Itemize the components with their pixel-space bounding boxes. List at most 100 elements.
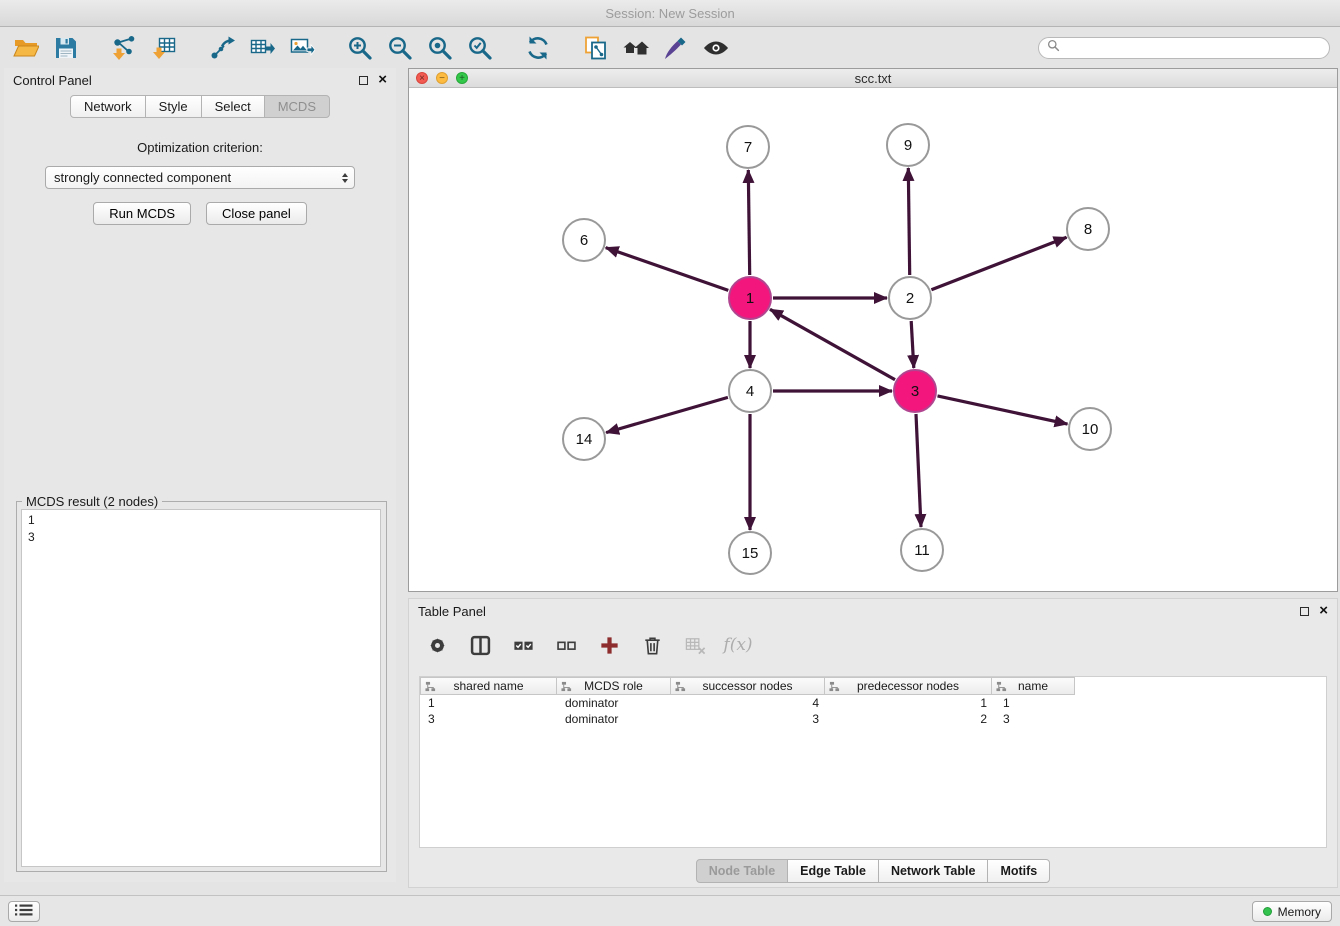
table-cell: 4 — [672, 696, 827, 710]
table-cell: 1 — [995, 696, 1079, 710]
optimization-criterion-select[interactable]: strongly connected component — [45, 166, 355, 189]
float-panel-icon[interactable] — [359, 76, 368, 85]
close-window-icon[interactable]: × — [416, 72, 428, 84]
memory-button[interactable]: Memory — [1252, 901, 1332, 922]
graph-edge[interactable] — [938, 396, 1068, 424]
graph-edge[interactable] — [770, 309, 895, 379]
mcds-result-text[interactable]: 1 3 — [21, 509, 381, 867]
tab-node-table[interactable]: Node Table — [696, 859, 788, 883]
table-cell: dominator — [557, 712, 672, 726]
tab-edge-table[interactable]: Edge Table — [787, 859, 879, 883]
toolbar-group — [580, 33, 732, 63]
zoom-selected-icon[interactable] — [464, 33, 496, 63]
eye-icon[interactable] — [700, 33, 732, 63]
zoom-out-icon[interactable] — [384, 33, 416, 63]
float-table-panel-icon[interactable] — [1300, 607, 1309, 616]
delete-column-icon[interactable] — [638, 631, 666, 659]
graph-node[interactable]: 3 — [894, 370, 936, 412]
tab-select[interactable]: Select — [201, 95, 265, 118]
import-table-icon[interactable] — [148, 33, 180, 63]
add-column-icon[interactable] — [595, 631, 623, 659]
graph-node[interactable]: 7 — [727, 126, 769, 168]
clone-network-icon[interactable] — [580, 33, 612, 63]
select-stepper-icon — [340, 173, 350, 183]
graph-edge[interactable] — [908, 168, 909, 275]
refresh-icon[interactable] — [522, 33, 554, 63]
node-table: shared nameMCDS rolesuccessor nodesprede… — [419, 676, 1327, 848]
tab-network[interactable]: Network — [70, 95, 146, 118]
column-header[interactable]: shared name — [420, 677, 557, 695]
zoom-fit-icon[interactable] — [424, 33, 456, 63]
export-network-icon[interactable] — [206, 33, 238, 63]
control-panel-header: Control Panel × — [4, 68, 396, 92]
tab-mcds[interactable]: MCDS — [264, 95, 330, 118]
tab-motifs[interactable]: Motifs — [987, 859, 1050, 883]
graph-node[interactable]: 6 — [563, 219, 605, 261]
graph-edge[interactable] — [916, 414, 921, 527]
tab-network-table[interactable]: Network Table — [878, 859, 989, 883]
column-header-label: name — [1018, 679, 1048, 693]
graph-node-label: 11 — [914, 542, 930, 559]
graph-node[interactable]: 8 — [1067, 208, 1109, 250]
graph-node[interactable]: 9 — [887, 124, 929, 166]
table-row[interactable]: 3dominator323 — [420, 711, 1326, 727]
table-cell: 3 — [420, 712, 557, 726]
graph-edge[interactable] — [931, 237, 1066, 289]
gear-icon[interactable] — [423, 631, 451, 659]
select-all-icon[interactable] — [509, 631, 537, 659]
search-field[interactable] — [1038, 37, 1330, 59]
memory-label: Memory — [1278, 905, 1321, 919]
column-header[interactable]: name — [991, 677, 1075, 695]
column-type-icon — [561, 681, 572, 695]
export-image-icon[interactable] — [286, 33, 318, 63]
home-icon[interactable] — [620, 33, 652, 63]
network-canvas-svg[interactable]: 7 9 6 8 1 2 4 3 14 10 15 11 — [409, 88, 1337, 591]
export-table-icon[interactable] — [246, 33, 278, 63]
graph-edge[interactable] — [606, 397, 728, 432]
task-history-button[interactable] — [8, 901, 40, 922]
column-header[interactable]: MCDS role — [556, 677, 671, 695]
graph-edge[interactable] — [606, 248, 729, 291]
table-row[interactable]: 1dominator411 — [420, 695, 1326, 711]
graph-node[interactable]: 4 — [729, 370, 771, 412]
close-table-panel-icon[interactable]: × — [1319, 606, 1328, 616]
search-input[interactable] — [1065, 41, 1321, 55]
toolbar-group — [344, 33, 496, 63]
graph-node-label: 7 — [744, 139, 752, 156]
graph-node[interactable]: 10 — [1069, 408, 1111, 450]
table-header-row: shared nameMCDS rolesuccessor nodesprede… — [420, 677, 1326, 695]
graph-edge[interactable] — [748, 170, 749, 275]
graph-node-label: 2 — [906, 290, 914, 307]
network-canvas[interactable]: 7 9 6 8 1 2 4 3 14 10 15 11 — [409, 88, 1337, 591]
toolbar-group — [108, 33, 180, 63]
run-mcds-button[interactable]: Run MCDS — [93, 202, 191, 225]
zoom-in-icon[interactable] — [344, 33, 376, 63]
table-tabs: Node TableEdge TableNetwork TableMotifs — [409, 859, 1337, 883]
close-panel-button[interactable]: Close panel — [206, 202, 307, 225]
column-header[interactable]: successor nodes — [670, 677, 825, 695]
graph-node[interactable]: 15 — [729, 532, 771, 574]
open-file-icon[interactable] — [10, 33, 42, 63]
graph-node[interactable]: 11 — [901, 529, 943, 571]
table-cell: 3 — [672, 712, 827, 726]
save-session-icon[interactable] — [50, 33, 82, 63]
column-selector-icon[interactable] — [466, 631, 494, 659]
maximize-window-icon[interactable]: + — [456, 72, 468, 84]
deselect-all-icon[interactable] — [552, 631, 580, 659]
graph-node-label: 15 — [742, 545, 759, 562]
column-header[interactable]: predecessor nodes — [824, 677, 992, 695]
style-brush-icon[interactable] — [660, 33, 692, 63]
graph-node[interactable]: 1 — [729, 277, 771, 319]
graph-node[interactable]: 2 — [889, 277, 931, 319]
optimization-label: Optimization criterion: — [4, 140, 396, 155]
graph-node[interactable]: 14 — [563, 418, 605, 460]
close-panel-icon[interactable]: × — [378, 75, 387, 85]
import-network-icon[interactable] — [108, 33, 140, 63]
graph-node-label: 10 — [1082, 421, 1099, 438]
column-type-icon — [675, 681, 686, 695]
graph-edge[interactable] — [911, 321, 914, 368]
graph-node-label: 8 — [1084, 221, 1092, 238]
tab-style[interactable]: Style — [145, 95, 202, 118]
minimize-window-icon[interactable]: − — [436, 72, 448, 84]
network-window: × − + scc.txt 7968124314101511 — [408, 68, 1338, 592]
